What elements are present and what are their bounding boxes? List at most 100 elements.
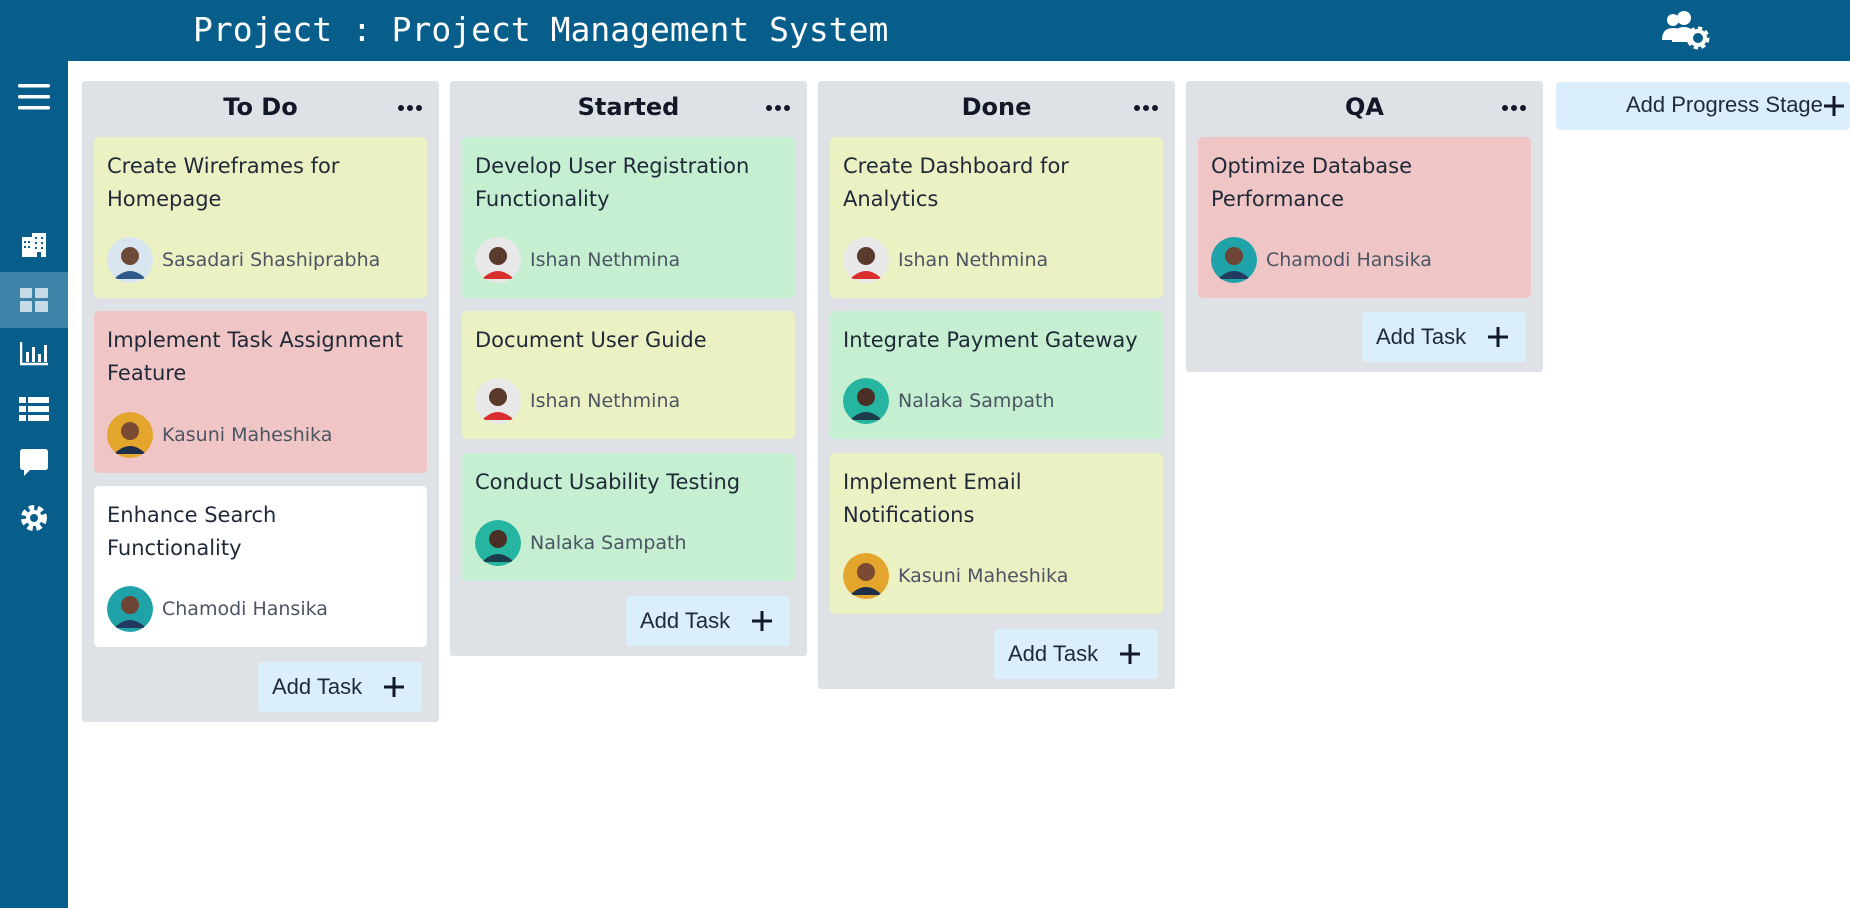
assignee-name: Kasuni Maheshika [898,565,1069,587]
list-icon [19,397,49,421]
column-header: Started [450,81,807,137]
add-task-label: Add Task [272,674,363,699]
avatar [843,378,889,424]
task-assignee: Ishan Nethmina [475,237,680,283]
task-title: Conduct Usability Testing [475,470,741,494]
avatar [475,237,521,283]
more-options-icon[interactable] [397,101,423,115]
task-card[interactable]: Implement Email Notifications Kasuni Mah… [830,453,1163,614]
sidebar-item-board[interactable] [0,272,68,328]
avatar [107,586,153,632]
task-assignee: Ishan Nethmina [843,237,1048,283]
column-qa: QA Optimize Database Performance Chamodi… [1186,81,1543,372]
task-title: Implement Email Notifications [843,470,1022,527]
assignee-name: Chamodi Hansika [1266,249,1432,271]
task-assignee: Nalaka Sampath [843,378,1055,424]
task-assignee: Nalaka Sampath [475,520,687,566]
task-assignee: Chamodi Hansika [107,586,328,632]
task-title: Develop User Registration Functionality [475,154,750,211]
task-card[interactable]: Implement Task Assignment Feature Kasuni… [94,311,427,473]
avatar [843,237,889,283]
task-title: Create Dashboard for Analytics [843,154,1069,211]
sidebar-item-settings[interactable] [0,490,68,546]
assignee-name: Chamodi Hansika [162,598,328,620]
avatar [475,378,521,424]
more-options-icon[interactable] [1501,101,1527,115]
page-title: Project : Project Management System [193,10,889,49]
task-card[interactable]: Conduct Usability Testing Nalaka Sampath [462,453,795,581]
gear-icon [21,505,47,531]
add-progress-stage-button[interactable]: Add Progress Stage [1556,82,1850,130]
avatar [843,553,889,599]
sidebar-item-reports[interactable] [0,326,68,382]
bar-chart-icon [20,342,48,366]
grid-icon [20,288,48,312]
more-options-icon[interactable] [765,101,791,115]
avatar [1211,237,1257,283]
plus-icon [752,611,772,631]
plus-icon [1120,644,1140,664]
column-header: QA [1186,81,1543,137]
task-title: Implement Task Assignment Feature [107,328,403,385]
add-task-label: Add Task [640,608,731,633]
assignee-name: Ishan Nethmina [898,249,1049,271]
column-header: To Do [82,81,439,137]
add-task-button[interactable]: Add Task [258,662,422,712]
building-icon [22,233,46,257]
assignee-name: Nalaka Sampath [898,390,1055,412]
task-card[interactable]: Optimize Database Performance Chamodi Ha… [1198,137,1531,298]
task-assignee: Kasuni Maheshika [107,412,332,458]
users-gear-icon[interactable] [1660,10,1714,50]
chat-icon [20,449,48,476]
add-task-label: Add Task [1008,641,1099,666]
sidebar-item-menu[interactable] [0,69,68,125]
task-assignee: Ishan Nethmina [475,378,680,424]
task-card[interactable]: Integrate Payment Gateway Nalaka Sampath [830,311,1163,439]
kanban-board: To Do Create Wireframes for Homepage Sas… [68,61,1850,908]
plus-icon [384,677,404,697]
hamburger-icon [18,84,50,110]
assignee-name: Ishan Nethmina [530,249,681,271]
task-card[interactable]: Develop User Registration Functionality … [462,137,795,298]
plus-icon [1488,327,1508,347]
add-stage-label: Add Progress Stage [1626,92,1823,117]
task-title: Document User Guide [475,328,707,352]
add-task-button[interactable]: Add Task [626,596,790,646]
task-title: Integrate Payment Gateway [843,328,1138,352]
column-todo: To Do Create Wireframes for Homepage Sas… [82,81,439,722]
task-card[interactable]: Create Dashboard for Analytics Ishan Net… [830,137,1163,298]
task-card[interactable]: Document User Guide Ishan Nethmina [462,311,795,439]
task-title: Enhance Search Functionality [107,503,277,560]
sidebar-item-chat[interactable] [0,435,68,491]
sidebar-item-list[interactable] [0,381,68,437]
top-bar: Project : Project Management System [0,0,1850,61]
task-assignee: Sasadari Shashiprabha [107,237,380,283]
plus-icon [1824,96,1844,116]
more-options-icon[interactable] [1133,101,1159,115]
column-title: Done [961,93,1032,121]
sidebar-item-projects[interactable] [0,217,68,273]
column-title: Started [577,93,680,121]
avatar [107,412,153,458]
task-title: Optimize Database Performance [1211,154,1413,211]
assignee-name: Ishan Nethmina [530,390,681,412]
task-assignee: Chamodi Hansika [1211,237,1432,283]
task-card[interactable]: Enhance Search Functionality Chamodi Han… [94,486,427,647]
column-title: To Do [223,93,298,121]
add-task-button[interactable]: Add Task [1362,312,1526,362]
assignee-name: Nalaka Sampath [530,532,687,554]
task-assignee: Kasuni Maheshika [843,553,1068,599]
add-task-label: Add Task [1376,324,1467,349]
assignee-name: Kasuni Maheshika [162,424,333,446]
avatar [475,520,521,566]
assignee-name: Sasadari Shashiprabha [162,249,381,271]
column-header: Done [818,81,1175,137]
task-title: Create Wireframes for Homepage [107,154,340,211]
sidebar [0,61,68,908]
avatar [107,237,153,283]
column-started: Started Develop User Registration Functi… [450,81,807,656]
task-card[interactable]: Create Wireframes for Homepage Sasadari … [94,137,427,298]
column-done: Done Create Dashboard for Analytics Isha… [818,81,1175,689]
add-task-button[interactable]: Add Task [994,629,1158,679]
column-title: QA [1345,93,1384,121]
